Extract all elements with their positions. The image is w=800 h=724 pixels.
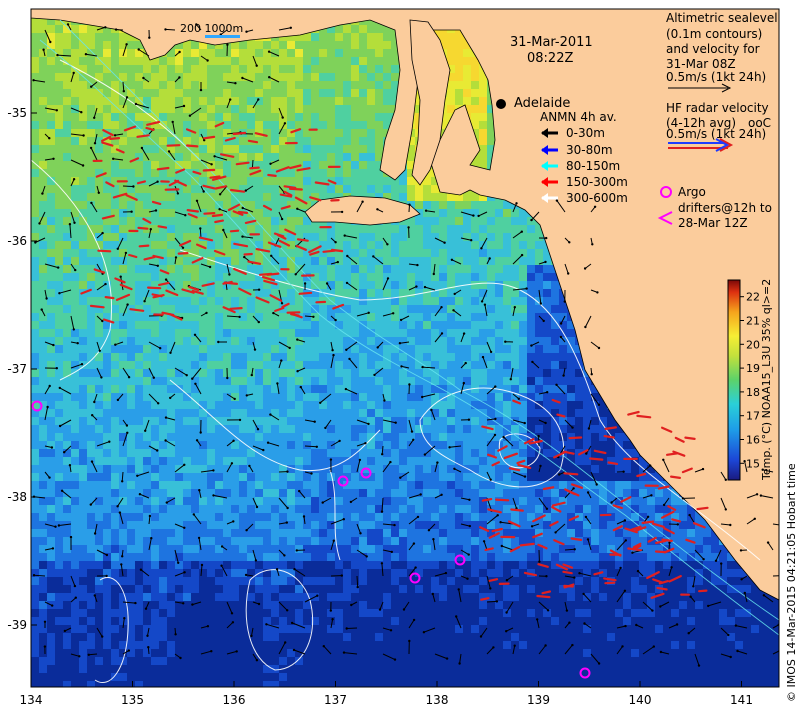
city-label: Adelaide [514, 97, 570, 111]
hf-line-3: 0.5m/s (1kt 24h) [666, 127, 766, 141]
y-tick-label: -38 [7, 490, 27, 504]
city-marker [496, 99, 506, 109]
x-tick-label: 141 [730, 693, 753, 707]
x-tick-label: 134 [20, 693, 43, 707]
argo-line-2: drifters@12h to [678, 201, 772, 215]
colorbar-tick-label: 17 [746, 410, 760, 423]
colorbar-tick-label: 19 [746, 362, 760, 375]
x-tick-label: 140 [629, 693, 652, 707]
time-label: 08:22Z [527, 52, 573, 66]
colorbar-tick-label: 16 [746, 434, 760, 447]
x-tick-label: 137 [324, 693, 347, 707]
altimetry-line-1: Altimetric sealevel [666, 11, 778, 25]
x-tick-label: 138 [426, 693, 449, 707]
colorbar [728, 280, 740, 480]
colorbar-tick-label: 15 [746, 457, 760, 470]
anmn-item-2: 80-150m [566, 159, 620, 173]
scale-bar-label: 200 1000m [180, 22, 243, 36]
argo-line-1: Argo [678, 185, 706, 199]
anmn-item-3: 150-300m [566, 175, 628, 189]
y-tick-label: -35 [7, 106, 27, 120]
altimetry-line-5: 0.5m/s (1kt 24h) [666, 70, 766, 84]
colorbar-tick-label: 21 [746, 315, 760, 328]
argo-line-3: 28-Mar 12Z [678, 216, 748, 230]
y-tick-label: -36 [7, 234, 27, 248]
colorbar-tick-label: 20 [746, 338, 760, 351]
credit-label: © IMOS 14-Mar-2015 04:21:05 Hobart time [785, 463, 798, 702]
y-tick-label: -39 [7, 618, 27, 632]
altimetry-line-3: and velocity for [666, 42, 760, 56]
anmn-item-1: 30-80m [566, 143, 613, 157]
y-tick-label: -37 [7, 362, 27, 376]
altimetry-line-4: 31-Mar 08Z [666, 57, 736, 71]
anmn-item-0: 0-30m [566, 126, 605, 140]
altimetry-line-2: (0.1m contours) [666, 27, 762, 41]
hf-line-1: HF radar velocity [666, 101, 769, 115]
colorbar-tick-label: 22 [746, 291, 760, 304]
date-label: 31-Mar-2011 [510, 36, 593, 50]
colorbar-label: Temp. (°C) NOAA15_L3U 35% ql>=2 [760, 279, 773, 480]
x-tick-label: 139 [527, 693, 550, 707]
anmn-item-4: 300-600m [566, 191, 628, 205]
map-figure: 134 135 136 137 138 139 140 141 -35 -36 -37 -38 -39… [0, 0, 800, 720]
x-tick-label: 136 [223, 693, 246, 707]
anmn-title: ANMN 4h av. [540, 110, 617, 124]
x-tick-label: 135 [121, 693, 144, 707]
colorbar-tick-label: 18 [746, 386, 760, 399]
